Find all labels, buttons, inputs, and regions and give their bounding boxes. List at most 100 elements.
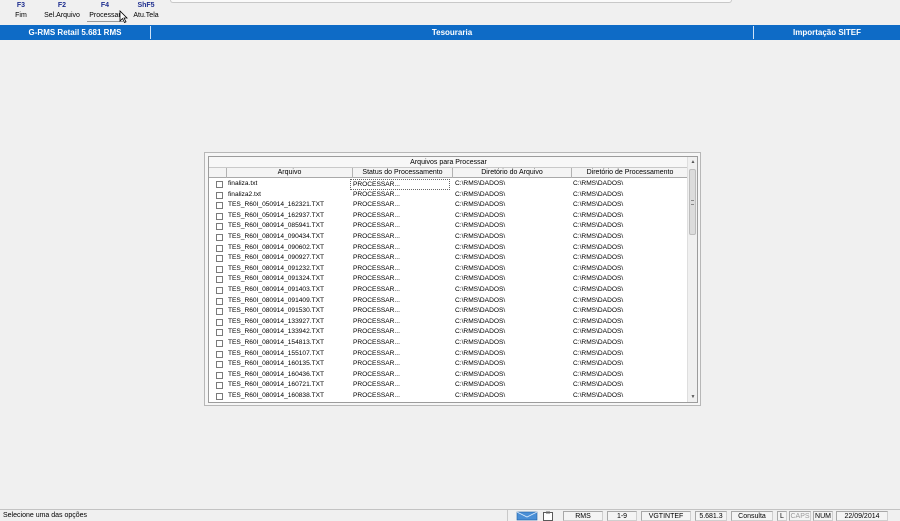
status-mode: Consulta xyxy=(731,511,773,521)
row-checkbox[interactable] xyxy=(216,191,223,199)
status-l-indicator: L xyxy=(777,511,787,521)
scroll-up-icon[interactable]: ▲ xyxy=(689,158,697,167)
row-checkbox[interactable] xyxy=(216,202,223,210)
table-row[interactable]: TES_R60I_080914_133927.TXT PROCESSAR... C:… xyxy=(209,317,688,328)
table-row[interactable]: TES_R60I_050914_162321.TXT PROCESSAR... C:… xyxy=(209,200,688,211)
file-name-cell: TES_R60I_080914_160721.TXT xyxy=(228,381,325,389)
status-cell: PROCESSAR... xyxy=(353,317,400,325)
row-checkbox[interactable] xyxy=(216,255,223,263)
status-date: 22/09/2014 xyxy=(836,511,888,521)
row-checkbox[interactable] xyxy=(216,244,223,252)
processar-button[interactable]: F4 Processar xyxy=(87,1,123,23)
row-checkbox[interactable] xyxy=(216,181,223,188)
file-name-cell: TES_R60I_080914_133927.TXT xyxy=(228,317,325,325)
table-row[interactable]: TES_R60I_080914_085941.TXT PROCESSAR... C:… xyxy=(209,221,688,232)
row-checkbox[interactable] xyxy=(216,392,223,400)
table-row[interactable]: TES_R60I_080914_160135.TXT PROCESSAR... C:… xyxy=(209,359,688,370)
table-row[interactable]: finaliza.txt PROCESSAR... C:\RMS\DADOS\ C:\… xyxy=(209,179,688,190)
table-row[interactable]: TES_R60I_080914_091232.TXT PROCESSAR... C:… xyxy=(209,264,688,275)
file-name-cell: TES_R60I_080914_160135.TXT xyxy=(228,360,325,368)
row-checkbox[interactable] xyxy=(216,339,223,347)
processar-label: Processar xyxy=(87,11,123,22)
table-row[interactable]: TES_R60I_080914_154813.TXT PROCESSAR... C:… xyxy=(209,338,688,349)
status-cell: PROCESSAR... xyxy=(353,381,400,389)
table-row[interactable]: TES_R60I_080914_160721.TXT PROCESSAR... C:… xyxy=(209,380,688,391)
processing-directory-cell: C:\RMS\DADOS\ xyxy=(573,232,624,240)
vertical-scrollbar[interactable]: ▲ ▼ xyxy=(687,157,697,402)
sel-arquivo-button[interactable]: F2 Sel.Arquivo xyxy=(40,1,84,23)
table-row[interactable]: finaliza2.txt PROCESSAR... C:\RMS\DADOS\ C:… xyxy=(209,190,688,201)
toolbar-frame xyxy=(170,0,732,3)
file-name-cell: TES_R60I_080914_091530.TXT xyxy=(228,307,325,315)
column-header-status[interactable]: Status do Processamento xyxy=(352,168,452,178)
row-checkbox[interactable] xyxy=(216,233,223,241)
row-checkbox[interactable] xyxy=(216,297,223,305)
status-range: 1-9 xyxy=(607,511,637,521)
row-checkbox[interactable] xyxy=(216,318,223,326)
column-header-diretorio-arquivo[interactable]: Diretório do Arquivo xyxy=(452,168,571,178)
file-name-cell: TES_R60I_080914_091409.TXT xyxy=(228,296,325,304)
mouse-pointer-icon xyxy=(119,10,128,23)
column-header-arquivo[interactable]: Arquivo xyxy=(226,168,352,178)
file-name-cell: TES_R60I_080914_091324.TXT xyxy=(228,275,325,283)
row-checkbox[interactable] xyxy=(216,223,223,231)
file-name-cell: TES_R60I_080914_091403.TXT xyxy=(228,285,325,293)
table-row[interactable]: TES_R60I_080914_091324.TXT PROCESSAR... C:… xyxy=(209,274,688,285)
row-checkbox[interactable] xyxy=(216,371,223,379)
table-row[interactable]: TES_R60I_080914_160838.TXT PROCESSAR... C:… xyxy=(209,391,688,402)
row-checkbox[interactable] xyxy=(216,308,223,316)
status-cell: PROCESSAR... xyxy=(353,338,400,346)
file-name-cell: finaliza2.txt xyxy=(228,190,261,198)
file-directory-cell: C:\RMS\DADOS\ xyxy=(455,201,506,209)
processing-directory-cell: C:\RMS\DADOS\ xyxy=(573,296,624,304)
row-checkbox[interactable] xyxy=(216,329,223,337)
status-version: 5.681.3 xyxy=(695,511,727,521)
sel-arquivo-label: Sel.Arquivo xyxy=(44,12,80,19)
processing-directory-cell: C:\RMS\DADOS\ xyxy=(573,307,624,315)
table-row[interactable]: TES_R60I_080914_133942.TXT PROCESSAR... C:… xyxy=(209,327,688,338)
scroll-thumb[interactable] xyxy=(689,169,696,235)
table-row[interactable]: TES_R60I_080914_090927.TXT PROCESSAR... C:… xyxy=(209,253,688,264)
table-row[interactable]: TES_R60I_080914_160436.TXT PROCESSAR... C:… xyxy=(209,370,688,381)
processing-directory-cell: C:\RMS\DADOS\ xyxy=(573,264,624,272)
processing-directory-cell: C:\RMS\DADOS\ xyxy=(573,190,624,198)
status-cell: PROCESSAR... xyxy=(353,307,400,315)
status-cell: PROCESSAR... xyxy=(353,190,400,198)
module-title: Tesouraria xyxy=(431,28,473,37)
table-row[interactable]: TES_R60I_080914_155107.TXT PROCESSAR... C:… xyxy=(209,349,688,360)
row-checkbox[interactable] xyxy=(216,350,223,358)
table-row[interactable]: TES_R60I_080914_091409.TXT PROCESSAR... C:… xyxy=(209,296,688,307)
function-key-toolbar: F3 Fim F2 Sel.Arquivo F4 Processar ShF5 … xyxy=(0,0,900,25)
table-row[interactable]: TES_R60I_080914_090602.TXT PROCESSAR... C:… xyxy=(209,243,688,254)
table-row[interactable]: TES_R60I_080914_090434.TXT PROCESSAR... C:… xyxy=(209,232,688,243)
row-checkbox[interactable] xyxy=(216,276,223,284)
processing-directory-cell: C:\RMS\DADOS\ xyxy=(573,211,624,219)
row-checkbox[interactable] xyxy=(216,382,223,390)
status-cell: PROCESSAR... xyxy=(353,360,400,368)
fim-key: F3 xyxy=(16,2,26,9)
scroll-grip xyxy=(691,200,694,205)
scroll-down-icon[interactable]: ▼ xyxy=(689,393,697,402)
row-checkbox[interactable] xyxy=(216,212,223,220)
table-row[interactable]: TES_R60I_050914_162937.TXT PROCESSAR... C:… xyxy=(209,211,688,222)
processing-directory-cell: C:\RMS\DADOS\ xyxy=(573,201,624,209)
row-checkbox[interactable] xyxy=(216,361,223,369)
processing-directory-cell: C:\RMS\DADOS\ xyxy=(573,254,624,262)
atu-tela-button[interactable]: ShF5 Atu.Tela xyxy=(128,1,164,23)
column-header-diretorio-processamento[interactable]: Diretório de Processamento xyxy=(571,168,688,178)
fim-button[interactable]: F3 Fim xyxy=(8,1,34,23)
row-checkbox[interactable] xyxy=(216,265,223,273)
file-name-cell: TES_R60I_080914_090927.TXT xyxy=(228,254,325,262)
table-row[interactable]: TES_R60I_080914_091530.TXT PROCESSAR... C:… xyxy=(209,306,688,317)
file-name-cell: TES_R60I_080914_090434.TXT xyxy=(228,232,325,240)
processing-directory-cell: C:\RMS\DADOS\ xyxy=(573,338,624,346)
file-directory-cell: C:\RMS\DADOS\ xyxy=(455,391,506,399)
file-name-cell: TES_R60I_050914_162937.TXT xyxy=(228,211,325,219)
table-row[interactable]: TES_R60I_080914_091403.TXT PROCESSAR... C:… xyxy=(209,285,688,296)
sel-arquivo-key: F2 xyxy=(57,2,67,9)
status-bar: Selecione uma das opções RMS 1-9 VGTINTE… xyxy=(0,509,900,521)
file-directory-cell: C:\RMS\DADOS\ xyxy=(455,190,506,198)
status-cell: PROCESSAR... xyxy=(353,222,400,230)
row-checkbox[interactable] xyxy=(216,286,223,294)
processing-directory-cell: C:\RMS\DADOS\ xyxy=(573,243,624,251)
